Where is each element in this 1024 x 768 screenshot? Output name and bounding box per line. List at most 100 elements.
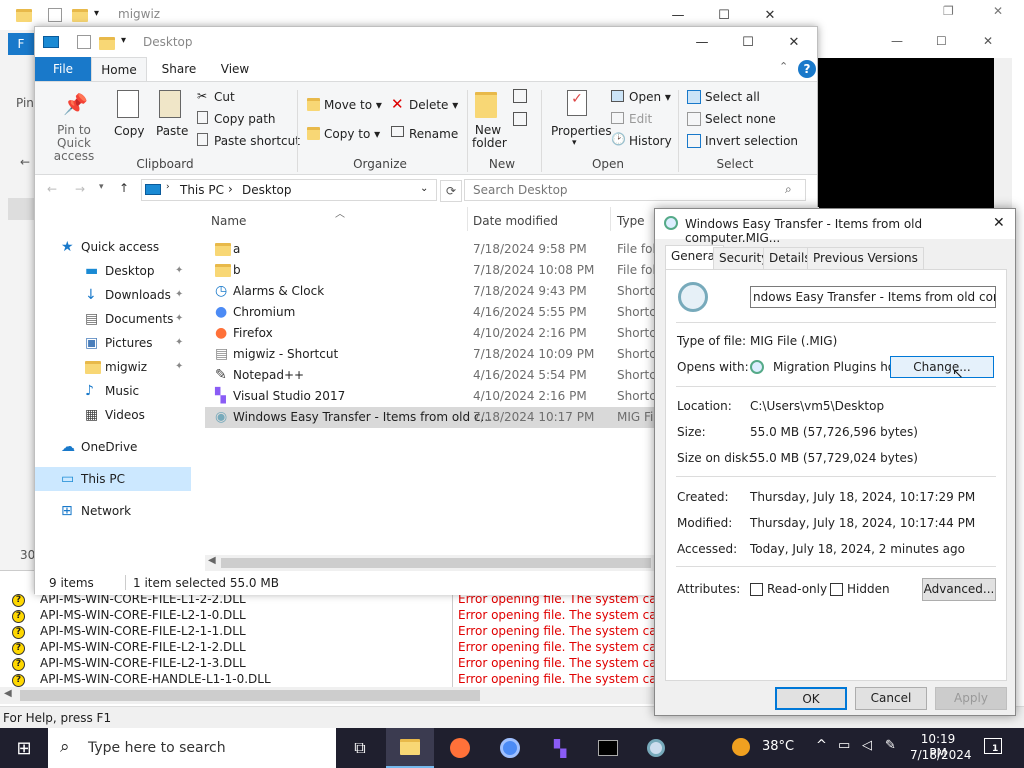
file-row[interactable]: ◉ Windows Easy Transfer - Items from old … — [205, 407, 664, 428]
horizontal-scrollbar[interactable]: ◀ — [0, 687, 660, 704]
advanced-button[interactable]: Advanced... — [922, 578, 996, 601]
scroll-thumb[interactable] — [20, 690, 480, 701]
copy-button[interactable]: Copy — [114, 124, 144, 138]
up-button[interactable]: ↑ — [119, 181, 129, 195]
chevron-down-icon[interactable]: ▾ — [94, 8, 99, 19]
column-name[interactable]: Name — [211, 214, 246, 228]
tab-view[interactable]: View — [211, 57, 259, 81]
temperature[interactable]: 38°C — [762, 739, 794, 754]
dll-row[interactable]: ? API-MS-WIN-CORE-FILE-L2-1-0.DLL Error op… — [0, 607, 684, 623]
back-button[interactable]: ← — [47, 182, 57, 196]
sidebar-item-quick-access[interactable]: ★ Quick access — [35, 235, 191, 259]
file-explorer-icon[interactable] — [386, 728, 434, 768]
chromium-icon[interactable] — [486, 728, 534, 768]
network-icon[interactable]: ▭ — [838, 738, 850, 753]
sidebar-item-desktop[interactable]: ▬ Desktop ✦ — [35, 259, 191, 283]
read-only-checkbox[interactable]: Read-only — [750, 582, 827, 596]
refresh-button[interactable]: ⟳ — [440, 180, 462, 202]
start-button[interactable]: ⊞ — [0, 728, 48, 768]
firefox-icon[interactable] — [436, 728, 484, 768]
apply-button[interactable]: Apply — [935, 687, 1007, 710]
tab-previous-versions[interactable]: Previous Versions — [807, 247, 924, 269]
select-all-button[interactable]: Select all — [705, 90, 760, 104]
chevron-up-icon[interactable]: ^ — [816, 738, 827, 753]
pin-icon[interactable]: ✦ — [175, 283, 183, 307]
pin-icon[interactable]: ✦ — [175, 331, 183, 355]
ok-button[interactable]: OK — [775, 687, 847, 710]
collapse-ribbon-icon[interactable]: ⌃ — [779, 60, 788, 73]
close-button[interactable]: ✕ — [771, 27, 817, 57]
back-arrow-icon[interactable]: ← — [20, 155, 30, 169]
scroll-thumb[interactable] — [221, 558, 651, 568]
chevron-down-icon[interactable]: ⌄ — [420, 183, 428, 194]
filename-field[interactable]: ndows Easy Transfer - Items from old com… — [750, 286, 996, 308]
address-bar[interactable]: › This PC › Desktop ⌄ — [141, 179, 437, 201]
dll-row[interactable]: ? API-MS-WIN-CORE-FILE-L2-1-1.DLL Error op… — [0, 623, 684, 639]
chevron-down-icon[interactable]: ▾ — [572, 138, 577, 148]
change-button[interactable]: Change... — [890, 356, 994, 378]
pin-icon[interactable]: ✦ — [175, 355, 183, 379]
delete-button[interactable]: Delete ▾ — [409, 98, 458, 112]
search-input[interactable]: Search Desktop — [473, 183, 568, 197]
move-to-button[interactable]: Move to ▾ — [324, 98, 382, 112]
pen-icon[interactable]: ✎ — [885, 738, 896, 753]
clock-date[interactable]: 7/18/2024 — [910, 748, 972, 762]
open-button[interactable]: Open ▾ — [629, 90, 671, 104]
invert-selection-button[interactable]: Invert selection — [705, 134, 798, 148]
minimize-button[interactable]: — — [891, 34, 903, 48]
cancel-button[interactable]: Cancel — [855, 687, 927, 710]
column-type[interactable]: Type — [617, 214, 645, 228]
sidebar-item-documents[interactable]: ▤ Documents ✦ — [35, 307, 191, 331]
taskbar-search-input[interactable]: Type here to search — [88, 740, 226, 756]
new-item-icon[interactable] — [513, 89, 527, 103]
close-button[interactable]: ✕ — [993, 215, 1005, 231]
sidebar-item-videos[interactable]: ▦ Videos — [35, 403, 191, 427]
close-button[interactable]: ✕ — [993, 4, 1003, 18]
search-box[interactable]: ⌕ Type here to search — [48, 728, 336, 768]
sidebar-item-pictures[interactable]: ▣ Pictures ✦ — [35, 331, 191, 355]
easy-access-icon[interactable] — [513, 112, 527, 126]
column-date-modified[interactable]: Date modified — [473, 214, 558, 228]
dll-row[interactable]: ? API-MS-WIN-CORE-HANDLE-L1-1-0.DLL Error … — [0, 671, 684, 687]
migration-app-icon[interactable] — [632, 728, 680, 768]
tab-file[interactable]: File — [35, 57, 91, 81]
new-folder-button[interactable]: New folder — [472, 124, 507, 150]
paste-shortcut-button[interactable]: Paste shortcut — [214, 134, 300, 148]
forward-button[interactable]: → — [75, 182, 85, 196]
pin-icon[interactable]: ✦ — [175, 259, 183, 283]
recent-chevron-icon[interactable]: ▾ — [99, 182, 104, 192]
restore-button[interactable]: ❐ — [943, 4, 954, 18]
console-icon[interactable] — [584, 728, 632, 768]
edit-button[interactable]: Edit — [629, 112, 652, 126]
cut-button[interactable]: Cut — [214, 90, 235, 104]
paste-button[interactable]: Paste — [156, 124, 188, 138]
chevron-down-icon[interactable]: ▾ — [121, 35, 126, 46]
dll-row[interactable]: ? API-MS-WIN-CORE-FILE-L2-1-2.DLL Error op… — [0, 639, 684, 655]
weather-icon[interactable] — [732, 738, 750, 756]
sidebar-item-network[interactable]: ⊞ Network — [35, 499, 191, 523]
rename-button[interactable]: Rename — [409, 127, 458, 141]
copy-path-button[interactable]: Copy path — [214, 112, 276, 126]
sidebar-item-onedrive[interactable]: ☁ OneDrive — [35, 435, 191, 459]
hidden-checkbox[interactable]: Hidden — [830, 582, 890, 596]
task-view-icon[interactable]: ⧉ — [336, 728, 384, 768]
properties-check-icon[interactable] — [77, 35, 91, 49]
help-icon[interactable]: ? — [798, 60, 816, 78]
volume-icon[interactable]: ◁ — [862, 738, 872, 753]
pin-quick-access-button[interactable]: Pin to Quick access — [41, 124, 107, 163]
properties-button[interactable]: Properties — [551, 124, 612, 138]
sidebar-item-migwiz[interactable]: migwiz ✦ — [35, 355, 191, 379]
visual-studio-icon[interactable]: ▚ — [536, 728, 584, 768]
properties-check-icon[interactable] — [48, 8, 62, 22]
dll-row[interactable]: ? API-MS-WIN-CORE-FILE-L2-1-3.DLL Error op… — [0, 655, 684, 671]
maximize-button[interactable]: ☐ — [936, 34, 947, 48]
tab-home[interactable]: Home — [91, 57, 147, 82]
maximize-button[interactable]: ☐ — [725, 27, 771, 57]
search-icon[interactable]: ⌕ — [785, 182, 792, 197]
pin-icon[interactable]: ✦ — [175, 307, 183, 331]
tab-share[interactable]: Share — [155, 57, 203, 81]
sidebar-item-downloads[interactable]: ↓ Downloads ✦ — [35, 283, 191, 307]
minimize-button[interactable]: — — [679, 27, 725, 57]
close-button[interactable]: ✕ — [983, 34, 993, 48]
search-box[interactable]: Search Desktop ⌕ — [464, 179, 806, 201]
